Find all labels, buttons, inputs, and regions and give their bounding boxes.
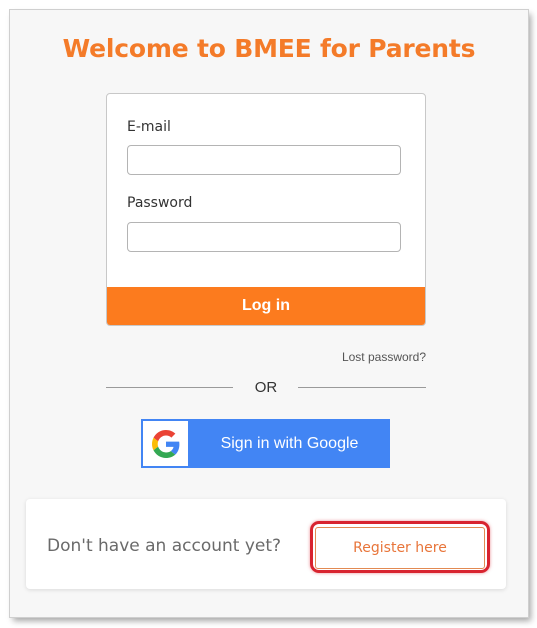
register-prompt: Don't have an account yet? bbox=[47, 536, 282, 556]
register-panel: Don't have an account yet? Register here bbox=[26, 499, 506, 589]
login-button[interactable]: Log in bbox=[107, 287, 425, 325]
register-button[interactable]: Register here bbox=[315, 527, 485, 569]
email-label: E-mail bbox=[127, 119, 171, 135]
login-card: E-mail Password Log in bbox=[106, 93, 426, 326]
page-title: Welcome to BMEE for Parents bbox=[62, 34, 476, 63]
password-field[interactable] bbox=[127, 222, 401, 252]
google-signin-label: Sign in with Google bbox=[220, 435, 359, 452]
or-divider: OR bbox=[106, 378, 426, 398]
email-field[interactable] bbox=[127, 145, 401, 175]
google-g-icon bbox=[143, 421, 188, 466]
password-label: Password bbox=[127, 195, 193, 211]
lost-password-link[interactable]: Lost password? bbox=[342, 350, 426, 364]
google-signin-button[interactable]: Sign in with Google bbox=[141, 419, 390, 468]
divider-line-right bbox=[298, 387, 426, 388]
login-page: Welcome to BMEE for Parents E-mail Passw… bbox=[10, 10, 528, 617]
